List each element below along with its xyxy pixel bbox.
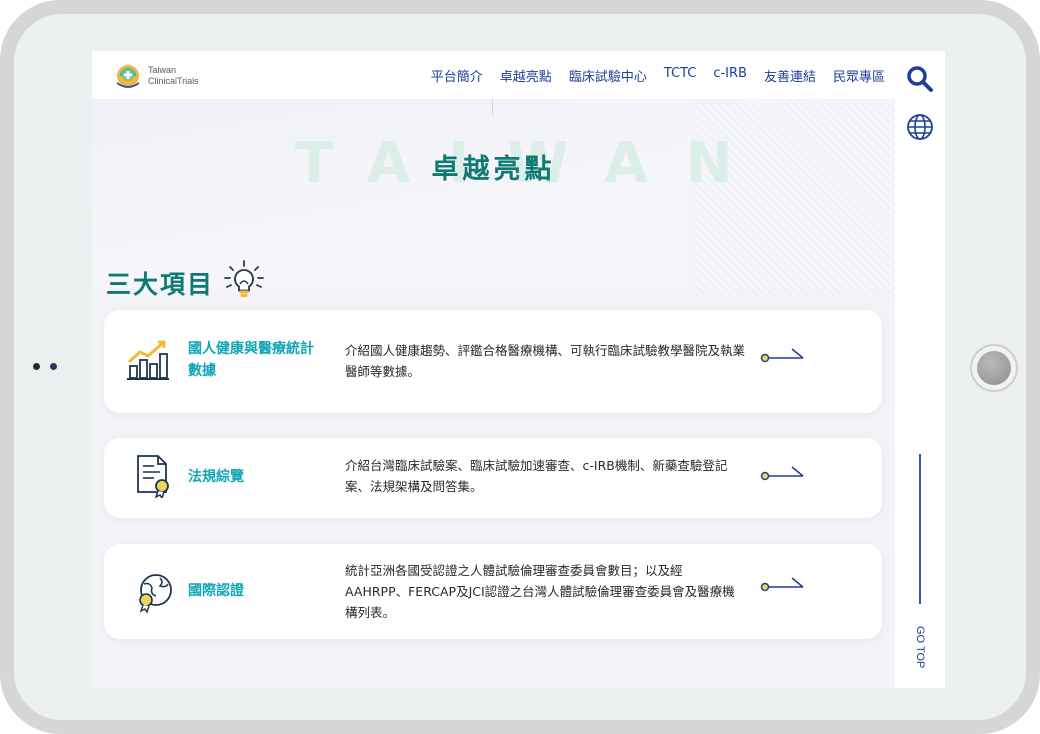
nav-item-highlights[interactable]: 卓越亮點	[500, 66, 552, 85]
card-description: 介紹國人健康趨勢、評鑑合格醫療機構、可執行臨床試驗教學醫院及執業醫師等數據。	[345, 343, 746, 379]
arrow-right-icon[interactable]	[759, 465, 805, 485]
card-description: 介紹台灣臨床試驗案、臨床試驗加速審查、c-IRB機制、新藥查驗登記案、法規架構及…	[345, 458, 728, 494]
logo-text: Taiwan ClinicalTrials	[148, 65, 199, 87]
nav-item-links[interactable]: 友善連結	[764, 66, 816, 85]
nav-item-public[interactable]: 民眾專區	[833, 66, 885, 85]
certificate-document-icon	[137, 455, 169, 498]
card-title: 國人健康與醫療統計數據	[188, 341, 314, 379]
card-description: 統計亞洲各國受認證之人體試驗倫理審查委員會數目；以及經AAHRPP、FERCAP…	[345, 563, 735, 620]
logo-line-2: ClinicalTrials	[148, 76, 199, 86]
arrow-right-icon[interactable]	[759, 347, 805, 367]
tablet-frame: TAIWAN 卓越亮點 Taiwan ClinicalTrials 平台簡介 卓…	[0, 0, 1040, 734]
arrow-right-icon[interactable]	[759, 576, 805, 596]
top-navbar: Taiwan ClinicalTrials 平台簡介 卓越亮點 臨床試驗中心 T…	[92, 51, 895, 99]
camera-dot	[33, 363, 40, 370]
gotop-line	[919, 454, 921, 604]
hero-divider	[492, 99, 493, 115]
section-title: 三大項目	[106, 270, 215, 299]
lightbulb-icon	[224, 260, 264, 297]
logo-line-1: Taiwan	[148, 65, 177, 75]
card-title: 法規綜覽	[188, 469, 244, 485]
home-button[interactable]	[970, 344, 1018, 392]
card-international-certification[interactable]: 國際認證 統計亞洲各國受認證之人體試驗倫理審查委員會數目；以及經AAHRPP、F…	[104, 544, 882, 639]
logo-icon	[116, 65, 140, 88]
camera	[33, 363, 63, 373]
nav-item-tctc[interactable]: TCTC	[664, 66, 697, 85]
page-title: 卓越亮點	[431, 154, 556, 185]
globe-award-icon	[139, 574, 172, 614]
utility-sidebar: GO TOP	[895, 51, 945, 688]
main-nav: 平台簡介 卓越亮點 臨床試驗中心 TCTC c-IRB 友善連結 民眾專區	[431, 66, 885, 85]
site-logo[interactable]: Taiwan ClinicalTrials	[114, 60, 224, 92]
gotop-button[interactable]: GO TOP	[914, 626, 926, 668]
nav-item-about[interactable]: 平台簡介	[431, 66, 483, 85]
nav-item-cirb[interactable]: c-IRB	[713, 66, 747, 85]
screen: TAIWAN 卓越亮點 Taiwan ClinicalTrials 平台簡介 卓…	[92, 51, 945, 688]
hero-pattern	[692, 99, 895, 299]
bar-chart-growth-icon	[127, 340, 169, 380]
camera-lens	[50, 363, 57, 370]
card-title: 國際認證	[188, 583, 244, 599]
search-icon[interactable]	[905, 64, 935, 94]
card-regulations[interactable]: 法規綜覽 介紹台灣臨床試驗案、臨床試驗加速審查、c-IRB機制、新藥查驗登記案、…	[104, 438, 882, 518]
card-health-statistics[interactable]: 國人健康與醫療統計數據 介紹國人健康趨勢、評鑑合格醫療機構、可執行臨床試驗教學醫…	[104, 310, 882, 413]
nav-item-trial-centers[interactable]: 臨床試驗中心	[569, 66, 647, 85]
globe-icon[interactable]	[906, 113, 934, 141]
